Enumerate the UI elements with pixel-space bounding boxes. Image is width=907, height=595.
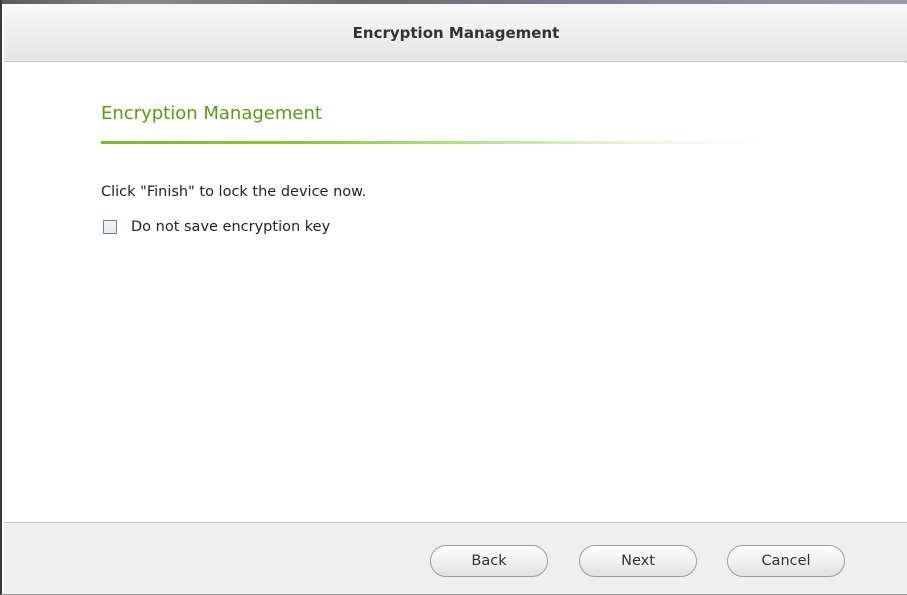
do-not-save-key-label[interactable]: Do not save encryption key bbox=[131, 219, 330, 235]
section-heading: Encryption Management bbox=[101, 103, 322, 124]
next-button[interactable]: Next bbox=[579, 545, 697, 577]
heading-divider bbox=[101, 141, 766, 144]
do-not-save-key-option[interactable]: Do not save encryption key bbox=[103, 219, 330, 235]
dialog-titlebar: Encryption Management bbox=[4, 4, 907, 62]
back-button[interactable]: Back bbox=[430, 545, 548, 577]
dialog-footer: Back Next Cancel bbox=[4, 522, 907, 594]
dialog-content: Encryption Management Click "Finish" to … bbox=[4, 63, 907, 522]
encryption-management-dialog: Encryption Management Encryption Managem… bbox=[0, 0, 907, 595]
instruction-text: Click "Finish" to lock the device now. bbox=[101, 184, 367, 200]
dialog-title: Encryption Management bbox=[352, 23, 560, 42]
cancel-button[interactable]: Cancel bbox=[727, 545, 845, 577]
do-not-save-key-checkbox[interactable] bbox=[103, 220, 117, 234]
